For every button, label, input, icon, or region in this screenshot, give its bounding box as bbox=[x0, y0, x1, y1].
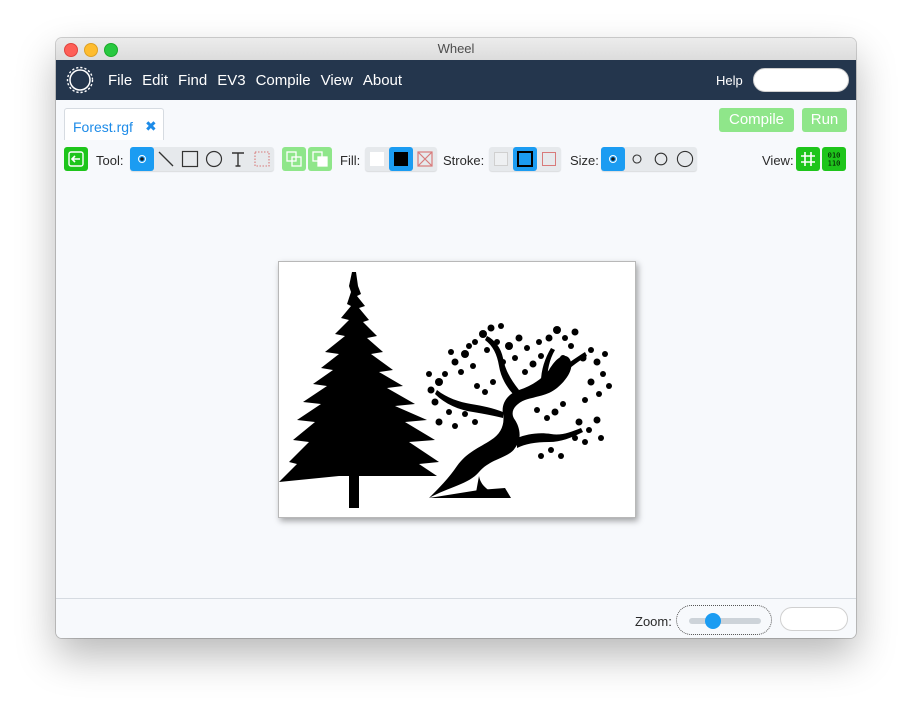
size-3-button[interactable] bbox=[649, 147, 673, 171]
send-backward-button[interactable] bbox=[308, 147, 332, 171]
window-title: Wheel bbox=[437, 41, 475, 56]
grid-icon bbox=[801, 152, 815, 166]
size-label: Size: bbox=[570, 153, 599, 168]
drawing-canvas[interactable] bbox=[278, 261, 636, 518]
size-2-button[interactable] bbox=[625, 147, 649, 171]
layers-front-icon bbox=[286, 151, 302, 167]
no-stroke-icon bbox=[542, 152, 556, 166]
compile-button[interactable]: Compile bbox=[719, 108, 794, 132]
close-icon[interactable]: ✖ bbox=[145, 118, 157, 135]
tab-label: Forest.rgf bbox=[73, 119, 133, 135]
zoom-label: Zoom: bbox=[635, 614, 672, 629]
white-stroke-icon bbox=[494, 152, 508, 166]
title-bar: Wheel bbox=[56, 38, 856, 61]
menu-compile[interactable]: Compile bbox=[256, 72, 311, 89]
no-fill-icon bbox=[417, 151, 433, 167]
svg-text:110: 110 bbox=[828, 160, 841, 168]
binary-view-button[interactable]: 010 110 bbox=[822, 147, 846, 171]
black-stroke-icon bbox=[517, 151, 533, 167]
size-xlarge-icon bbox=[676, 150, 694, 168]
stroke-none-button[interactable] bbox=[537, 147, 561, 171]
run-button[interactable]: Run bbox=[802, 108, 847, 132]
zoom-slider-handle[interactable] bbox=[705, 613, 721, 629]
text-icon bbox=[232, 152, 244, 167]
black-swatch-icon bbox=[394, 152, 408, 166]
fill-white-button[interactable] bbox=[365, 147, 389, 171]
pencil-tool-button[interactable] bbox=[130, 147, 154, 171]
size-large-icon bbox=[654, 152, 668, 166]
forest-image bbox=[279, 272, 612, 508]
stroke-black-button[interactable] bbox=[513, 147, 537, 171]
line-tool-button[interactable] bbox=[154, 147, 178, 171]
fill-black-button[interactable] bbox=[389, 147, 413, 171]
zoom-slider[interactable] bbox=[676, 605, 772, 635]
drawing-toolbar: Tool: Fill: Stroke: Size: View: 010 110 bbox=[56, 140, 856, 181]
white-swatch-icon bbox=[370, 152, 384, 166]
size-small-icon bbox=[609, 155, 617, 163]
tool-label: Tool: bbox=[96, 153, 124, 168]
marquee-select-icon bbox=[254, 151, 270, 167]
view-label: View: bbox=[762, 153, 794, 168]
gear-logo-icon bbox=[66, 66, 94, 94]
circle-icon bbox=[205, 150, 223, 168]
rectangle-icon bbox=[181, 150, 199, 168]
help-label: Help bbox=[716, 73, 743, 88]
rectangle-tool-button[interactable] bbox=[178, 147, 202, 171]
tab-forest[interactable]: Forest.rgf ✖ bbox=[64, 108, 164, 141]
tab-bar: Forest.rgf ✖ Compile Run bbox=[56, 100, 856, 141]
stroke-white-button[interactable] bbox=[489, 147, 513, 171]
stroke-label: Stroke: bbox=[443, 153, 485, 168]
size-4-button[interactable] bbox=[673, 147, 697, 171]
back-button[interactable] bbox=[64, 147, 88, 171]
dot-icon bbox=[138, 155, 146, 163]
fill-none-button[interactable] bbox=[413, 147, 437, 171]
size-1-button[interactable] bbox=[601, 147, 625, 171]
help-search-input[interactable] bbox=[753, 68, 849, 92]
menu-edit[interactable]: Edit bbox=[142, 72, 168, 89]
size-medium-icon bbox=[632, 154, 642, 164]
zoom-slider-track[interactable] bbox=[689, 618, 761, 624]
bring-forward-button[interactable] bbox=[282, 147, 306, 171]
fill-label: Fill: bbox=[340, 153, 361, 168]
menu-find[interactable]: Find bbox=[178, 72, 207, 89]
grid-view-button[interactable] bbox=[796, 147, 820, 171]
zoom-input[interactable] bbox=[780, 607, 848, 631]
canvas-area[interactable] bbox=[56, 180, 856, 598]
oak-tree bbox=[426, 323, 612, 498]
select-tool-button[interactable] bbox=[250, 147, 274, 171]
menu-bar: File Edit Find EV3 Compile View About He… bbox=[56, 60, 856, 100]
menu-file[interactable]: File bbox=[108, 72, 132, 89]
binary-icon: 010 110 bbox=[828, 152, 841, 168]
circle-tool-button[interactable] bbox=[202, 147, 226, 171]
text-tool-button[interactable] bbox=[226, 147, 250, 171]
app-window: Wheel File Edit Find EV3 Compile View Ab… bbox=[56, 38, 856, 638]
menu-about[interactable]: About bbox=[363, 72, 402, 89]
line-icon bbox=[158, 151, 174, 167]
menu-view[interactable]: View bbox=[321, 72, 353, 89]
menu-ev3[interactable]: EV3 bbox=[217, 72, 245, 89]
status-bar: Zoom: bbox=[56, 598, 856, 638]
arrow-left-icon bbox=[68, 151, 84, 167]
pine-tree bbox=[279, 272, 439, 508]
svg-text:010: 010 bbox=[828, 152, 841, 160]
layers-back-icon bbox=[312, 151, 328, 167]
main-menu: File Edit Find EV3 Compile View About bbox=[108, 60, 412, 100]
